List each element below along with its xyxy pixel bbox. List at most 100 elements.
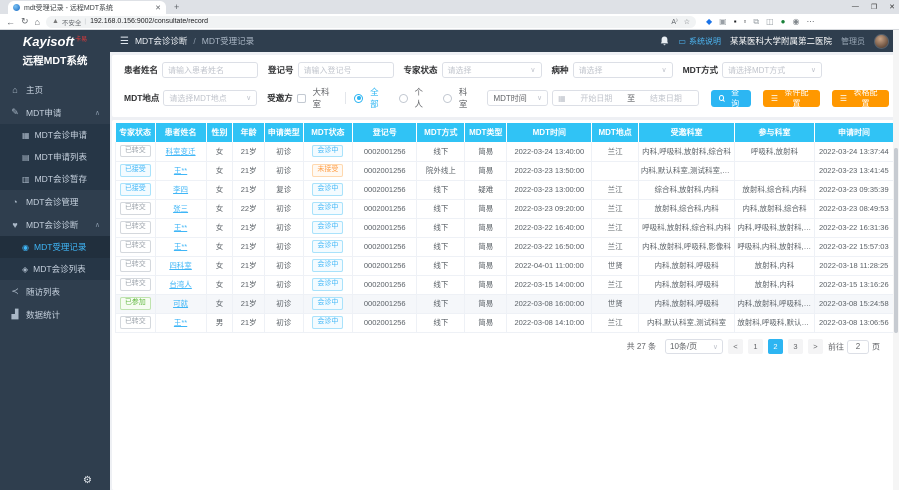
mdt-time-cell: 2022-03-24 13:40:00 <box>507 142 592 161</box>
back-icon[interactable]: ← <box>6 17 15 27</box>
date-range-picker[interactable]: ▦ 开始日期 至 结束日期 <box>552 90 698 106</box>
sidebar-item-home[interactable]: ⌂ 主页 <box>0 78 110 101</box>
patient-name-link[interactable]: 王** <box>174 318 187 327</box>
register-no-cell: 0002001256 <box>353 313 417 332</box>
sidebar-item-consult-draft[interactable]: ▥ MDT会诊暂存 <box>0 168 110 190</box>
patient-name-link[interactable]: 台湾人 <box>169 280 192 289</box>
table-row[interactable]: 已接受 王** 女 21岁 初诊 未接受 0002001256 院外线上 简易 … <box>116 161 894 180</box>
profile-avatar-icon[interactable]: ◉ <box>793 18 800 26</box>
next-page-button[interactable]: > <box>808 339 823 354</box>
logo[interactable]: Kayisoft 卡易 <box>0 30 110 52</box>
notification-bell-icon[interactable] <box>660 36 669 46</box>
radio-all[interactable] <box>354 94 363 103</box>
table-row[interactable]: 已转交 张三 女 22岁 初诊 会诊中 0002001256 线下 简易 202… <box>116 199 894 218</box>
tab-close-icon[interactable]: ✕ <box>155 4 161 12</box>
patient-name-link[interactable]: 可就 <box>173 299 188 308</box>
sidebar-item-statistics[interactable]: ▟ 数据统计 <box>0 303 110 326</box>
system-help-link[interactable]: ▭ 系统说明 <box>678 36 721 47</box>
patient-name-link[interactable]: 王** <box>174 242 187 251</box>
mdt-status-badge: 会诊中 <box>312 202 343 214</box>
register-no-input[interactable] <box>304 66 388 75</box>
window-minimize-button[interactable]: — <box>852 3 859 10</box>
mdt-time-select[interactable]: MDT时间 ∨ <box>487 90 548 106</box>
age-cell: 21岁 <box>233 275 264 294</box>
window-close-button[interactable]: ✕ <box>889 3 895 11</box>
disease-select[interactable]: 请选择 ∨ <box>573 62 673 78</box>
address-bar[interactable]: ▲ 不安全 | 192.168.0.156:9002/consultate/re… <box>46 16 696 28</box>
table-row[interactable]: 已参加 可就 女 21岁 初诊 会诊中 0002001256 线下 简易 202… <box>116 294 894 313</box>
page-button[interactable]: 2 <box>768 339 783 354</box>
invited-depts-cell: 内科,呼吸科,放射科,综合科 <box>638 142 735 161</box>
page-button[interactable]: 1 <box>748 339 763 354</box>
table-row[interactable]: 已转交 台湾人 女 21岁 初诊 会诊中 0002001256 线下 简易 20… <box>116 275 894 294</box>
table-config-button[interactable]: ☰ 表格配置 <box>832 90 889 107</box>
patient-name-link[interactable]: 四科室 <box>169 261 192 270</box>
table-row[interactable]: 已转交 王** 女 21岁 初诊 会诊中 0002001256 线下 简易 20… <box>116 218 894 237</box>
invited-depts-cell: 内科,放射科,呼吸科,影像科 <box>638 237 735 256</box>
sidebar-item-consult-manage[interactable]: ◔ MDT会诊管理 <box>0 190 110 213</box>
sidebar-item-apply-list[interactable]: ▤ MDT申请列表 <box>0 146 110 168</box>
goto-page-input[interactable] <box>847 340 869 354</box>
sidebar-item-mdt-apply[interactable]: ✎ MDT申请 ∧ <box>0 101 110 124</box>
mdt-place-select[interactable]: 请选择MDT地点 ∨ <box>163 90 257 106</box>
patient-name-link[interactable]: 李四 <box>173 185 188 194</box>
radio-dept[interactable] <box>443 94 452 103</box>
big-dept-checkbox[interactable] <box>297 94 306 103</box>
table-row[interactable]: 已转交 科室变迁 女 21岁 初诊 会诊中 0002001256 线下 简易 2… <box>116 142 894 161</box>
mdt-type-cell: 简易 <box>465 142 507 161</box>
new-tab-button[interactable]: + <box>174 2 179 14</box>
expert-status-select[interactable]: 请选择 ∨ <box>442 62 542 78</box>
mdt-mode-cell: 线下 <box>417 313 465 332</box>
browser-tab[interactable]: mdt受理记录 - 远程MDT系统 ✕ <box>8 1 166 14</box>
sidebar-item-followup-list[interactable]: ≺ 随访列表 <box>0 280 110 303</box>
extension-icon-4[interactable]: ▫ <box>744 18 747 26</box>
extension-icon-1[interactable]: ◆ <box>706 18 712 26</box>
page-buttons: 123 <box>748 339 803 354</box>
sidebar-item-consult-list[interactable]: ◈ MDT会诊列表 <box>0 258 110 280</box>
user-avatar[interactable] <box>874 34 889 49</box>
patient-name-link[interactable]: 王** <box>174 166 187 175</box>
window-restore-button[interactable]: ❐ <box>871 3 877 11</box>
radio-personal[interactable] <box>399 94 408 103</box>
prev-page-button[interactable]: < <box>728 339 743 354</box>
column-header: MDT状态 <box>303 123 352 142</box>
split-screen-icon[interactable]: ◫ <box>766 18 774 26</box>
patient-name-input[interactable] <box>168 66 252 75</box>
browser-toolbar: ← ↻ ⌂ ▲ 不安全 | 192.168.0.156:9002/consult… <box>0 14 899 30</box>
url-text[interactable]: 192.168.0.156:9002/consultate/record <box>90 18 667 25</box>
read-aloud-icon[interactable]: A⁾ <box>671 18 677 26</box>
extension-icon-3[interactable]: ▪ <box>734 18 737 26</box>
home-icon[interactable]: ⌂ <box>35 17 40 27</box>
more-menu-icon[interactable]: ⋯ <box>807 18 815 26</box>
sidebar-item-consult-diagnose[interactable]: ♥ MDT会诊诊断 ∧ <box>0 213 110 236</box>
sidebar-item-accept-record[interactable]: ◉ MDT受理记录 <box>0 236 110 258</box>
refresh-icon[interactable]: ↻ <box>21 16 29 27</box>
page-button[interactable]: 3 <box>788 339 803 354</box>
mdt-mode-select[interactable]: 请选择MDT方式 ∨ <box>722 62 822 78</box>
extension-icon-2[interactable]: ▣ <box>719 18 727 26</box>
search-button[interactable]: 查询 <box>711 90 751 107</box>
table-row[interactable]: 已转交 王** 男 21岁 初诊 会诊中 0002001256 线下 简易 20… <box>116 313 894 332</box>
sidebar-item-consult-apply[interactable]: ▦ MDT会诊申请 <box>0 124 110 146</box>
table-row[interactable]: 已接受 李四 女 21岁 复诊 会诊中 0002001256 线下 疑难 202… <box>116 180 894 199</box>
table-row[interactable]: 已转交 王** 女 21岁 初诊 会诊中 0002001256 线下 简易 20… <box>116 237 894 256</box>
condition-config-button[interactable]: ☰ 条件配置 <box>763 90 820 107</box>
browser-essentials-icon[interactable]: ● <box>781 18 786 26</box>
apply-time-cell: 2022-03-24 13:37:44 <box>814 142 893 161</box>
patient-name-link[interactable]: 王** <box>174 223 187 232</box>
security-warning[interactable]: ▲ 不安全 | <box>52 17 86 27</box>
patient-name-link[interactable]: 科室变迁 <box>166 147 196 156</box>
joined-depts-cell: 放射科,综合科,内科 <box>735 180 814 199</box>
page-scrollbar[interactable] <box>893 30 899 490</box>
patient-name-link[interactable]: 张三 <box>173 204 188 213</box>
register-no-cell: 0002001256 <box>353 294 417 313</box>
page-size-select[interactable]: 10条/页 ∨ <box>665 339 723 354</box>
collections-icon[interactable]: ⧉ <box>753 18 759 26</box>
table-row[interactable]: 已转交 四科室 女 21岁 初诊 会诊中 0002001256 线下 简易 20… <box>116 256 894 275</box>
favorite-star-icon[interactable]: ☆ <box>684 18 690 26</box>
mdt-time-cell: 2022-03-23 13:00:00 <box>507 180 592 199</box>
settings-gear-icon[interactable]: ⚙ <box>83 475 92 486</box>
apply-type-cell: 初诊 <box>264 294 303 313</box>
scrollbar-thumb[interactable] <box>894 148 898 333</box>
collapse-menu-icon[interactable]: ☰ <box>120 36 129 47</box>
